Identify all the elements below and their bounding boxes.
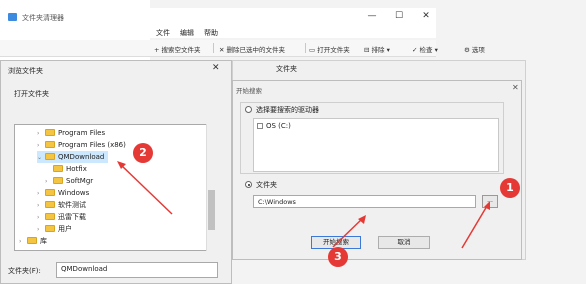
annotation-arrows	[117, 161, 490, 249]
arrow-2	[120, 164, 173, 215]
annotation-badge-2: 2	[133, 143, 153, 163]
arrow-3	[332, 218, 363, 248]
arrow-1	[461, 205, 488, 249]
annotation-badge-1: 1	[500, 178, 520, 198]
annotation-badge-3: 3	[328, 247, 348, 267]
